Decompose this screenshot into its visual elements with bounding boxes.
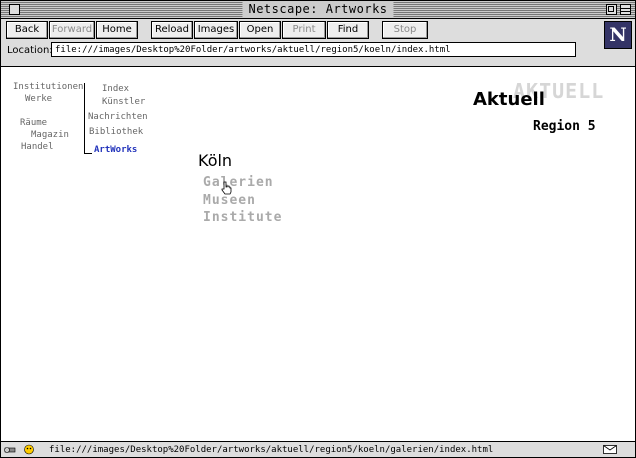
nav-link-index[interactable]: Index — [102, 84, 129, 95]
open-button[interactable]: Open — [239, 21, 281, 39]
nav-link-artworks[interactable]: ArtWorks — [94, 145, 137, 156]
nav-link-nachrichten[interactable]: Nachrichten — [88, 112, 148, 123]
page-title: Aktuell — [473, 89, 545, 110]
status-bar: file:///images/Desktop%20Folder/artworks… — [1, 441, 635, 457]
stop-button[interactable]: Stop — [382, 21, 428, 39]
back-button[interactable]: Back — [6, 21, 48, 39]
region-heading: Region 5 — [533, 119, 596, 134]
netscape-logo[interactable]: N — [604, 21, 632, 49]
status-text: file:///images/Desktop%20Folder/artworks… — [49, 445, 494, 455]
nav-link-bibliothek[interactable]: Bibliothek — [89, 127, 143, 138]
browser-window: Netscape: Artworks Back Forward Home Rel… — [0, 0, 636, 458]
nav-link-handel[interactable]: Handel — [21, 142, 54, 153]
home-button[interactable]: Home — [96, 21, 138, 39]
nav-link-institutionen[interactable]: Institutionen — [13, 82, 83, 93]
link-institute[interactable]: Institute — [203, 210, 282, 225]
security-key-icon[interactable] — [4, 444, 16, 455]
images-button[interactable]: Images — [194, 21, 238, 39]
nav-link-raeume[interactable]: Räume — [20, 118, 47, 129]
print-button[interactable]: Print — [282, 21, 326, 39]
window-title: Netscape: Artworks — [242, 2, 394, 17]
location-input[interactable]: file:///images/Desktop%20Folder/artworks… — [51, 42, 576, 57]
page-content: Institutionen Werke Räume Magazin Handel… — [1, 67, 635, 441]
nav-link-magazin[interactable]: Magazin — [31, 130, 69, 141]
find-button[interactable]: Find — [327, 21, 369, 39]
nav-divider — [84, 83, 85, 153]
title-bar[interactable]: Netscape: Artworks — [1, 1, 635, 19]
nav-divider-foot — [84, 153, 92, 154]
zoom-box-icon[interactable] — [606, 4, 617, 15]
reload-button[interactable]: Reload — [151, 21, 193, 39]
mail-icon[interactable] — [603, 445, 617, 454]
nav-link-kuenstler[interactable]: Künstler — [102, 97, 145, 108]
hand-pointer-icon — [221, 181, 232, 195]
link-galerien[interactable]: Galerien — [203, 175, 274, 190]
collapse-box-icon[interactable] — [620, 4, 631, 15]
activity-icon — [24, 444, 34, 455]
nav-link-werke[interactable]: Werke — [25, 94, 52, 105]
location-label: Location: — [7, 45, 53, 56]
city-heading: Köln — [198, 151, 233, 170]
toolbar: Back Forward Home Reload Images Open Pri… — [1, 19, 635, 67]
close-box-icon[interactable] — [9, 4, 20, 15]
forward-button[interactable]: Forward — [49, 21, 95, 39]
link-museen[interactable]: Museen — [203, 193, 256, 208]
